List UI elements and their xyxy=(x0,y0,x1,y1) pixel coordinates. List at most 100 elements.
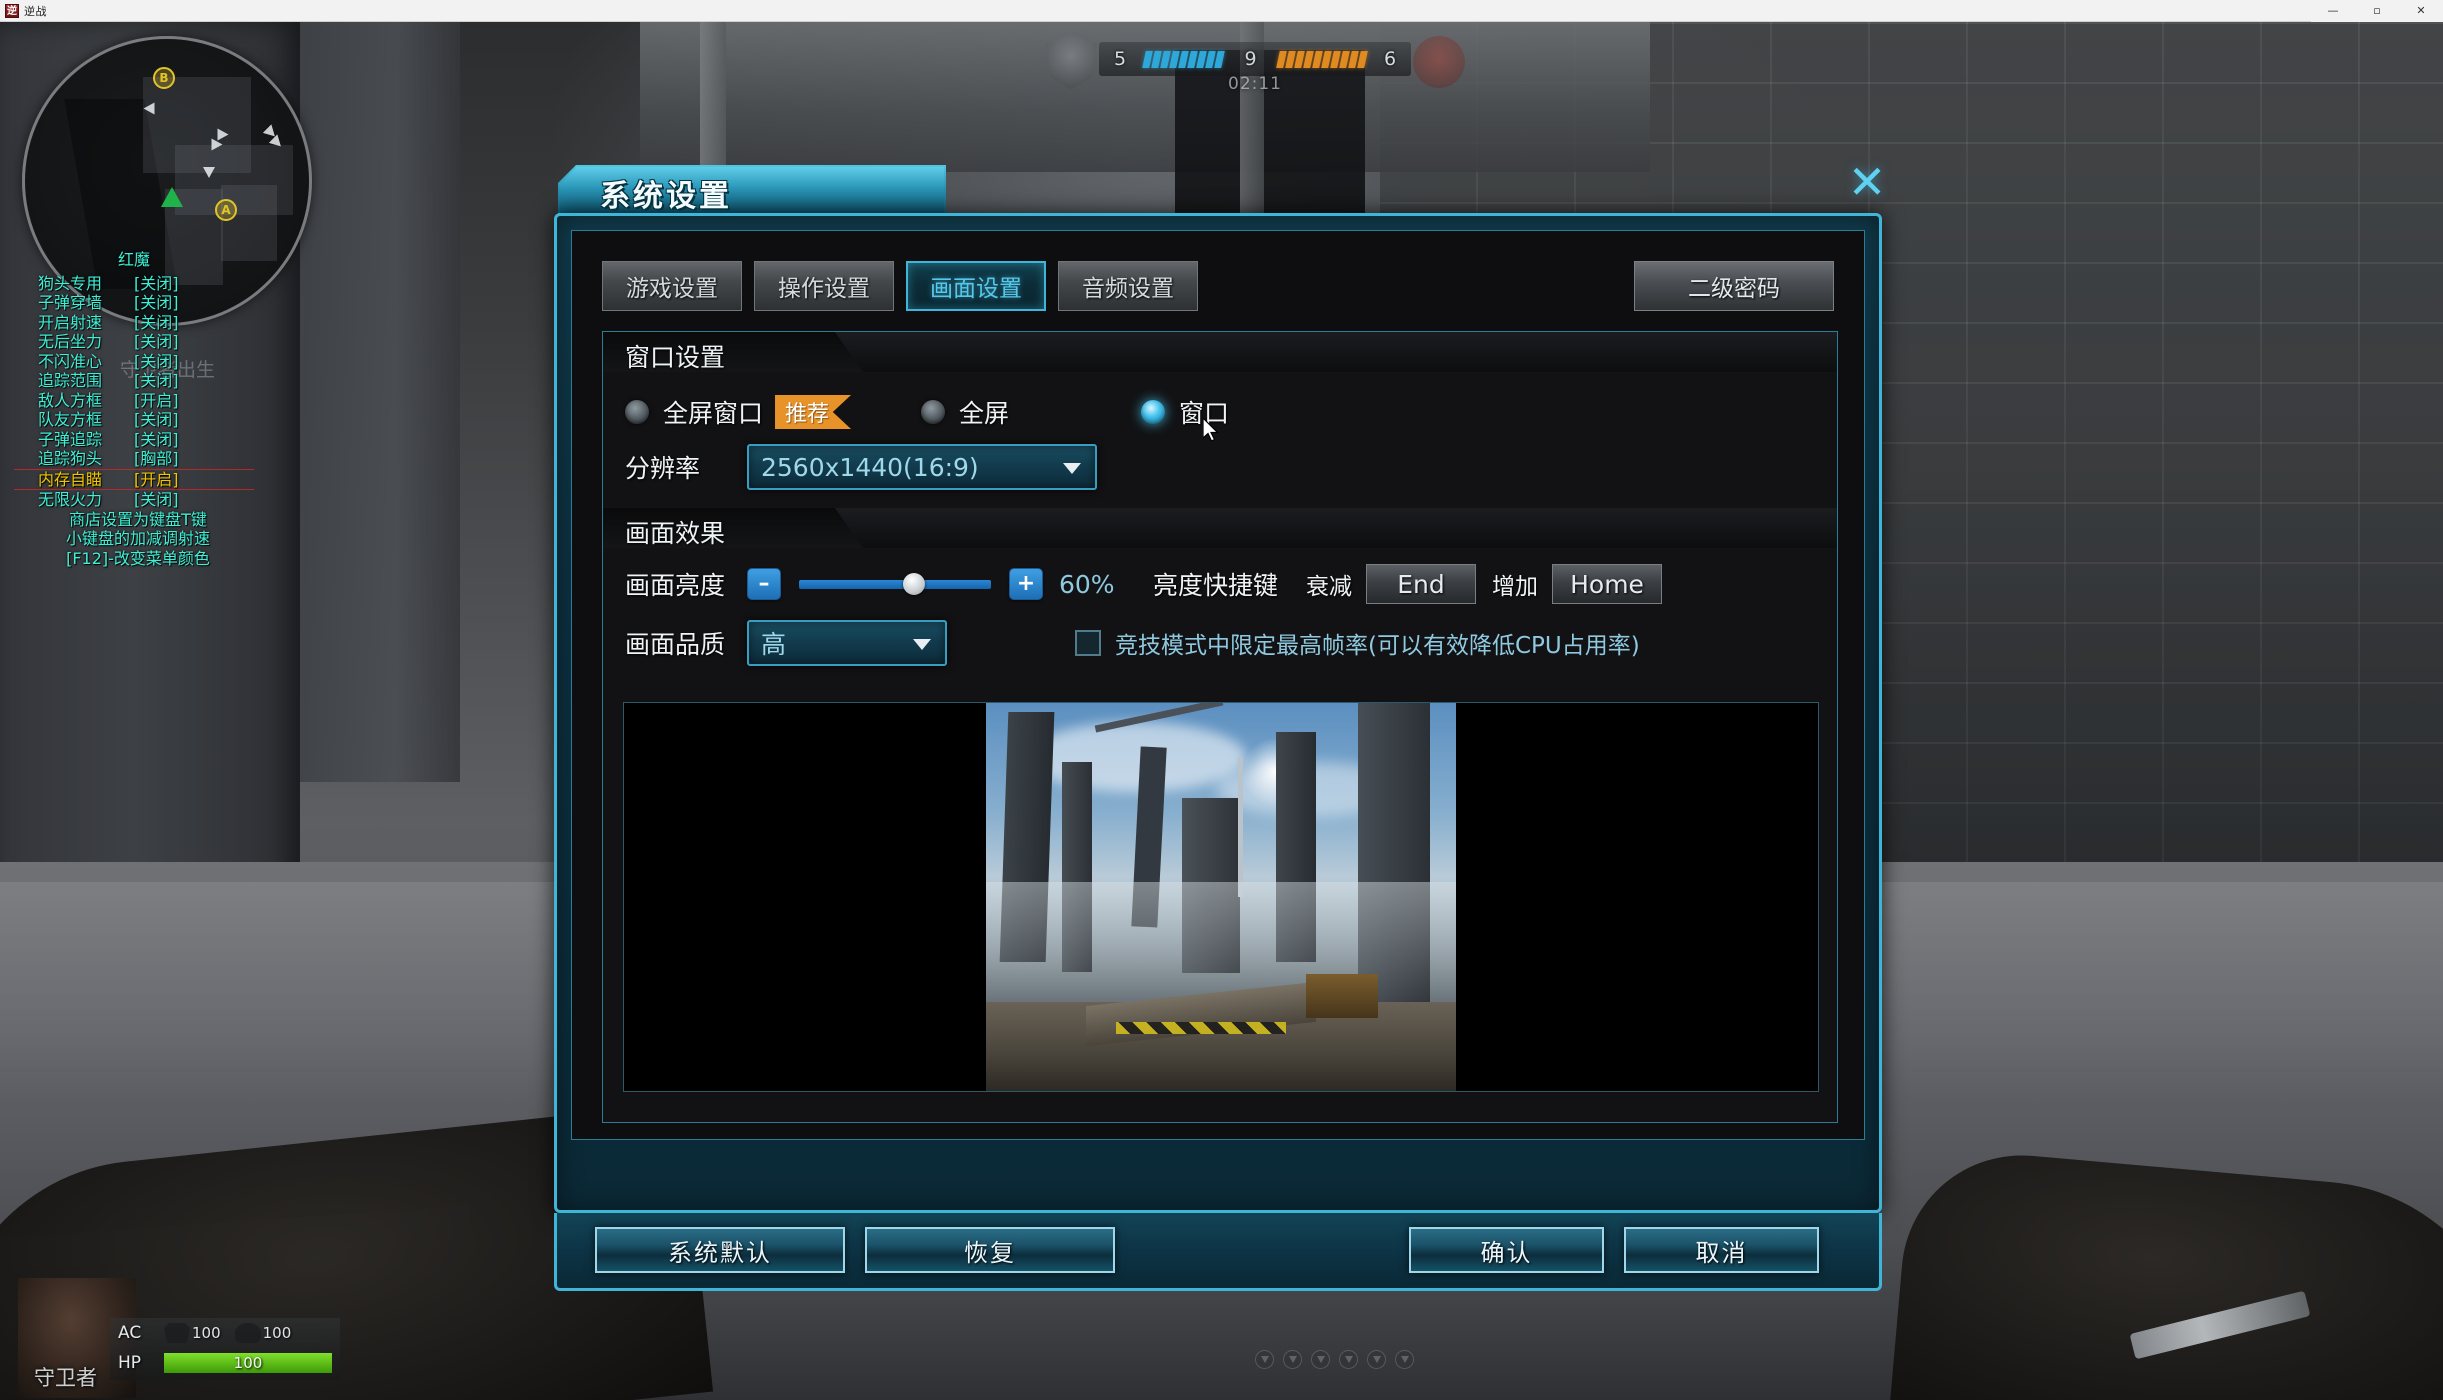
weapon-slot-glyph xyxy=(1372,1356,1381,1363)
cheat-menu-row: 追踪范围 [关闭] xyxy=(14,371,254,391)
cheat-menu-row: 无限火力 [关闭] xyxy=(14,490,254,510)
dialog-title: 系统设置 xyxy=(600,179,732,214)
player-armor-row: AC 100 100 xyxy=(110,1318,340,1348)
quality-value: 高 xyxy=(761,630,787,659)
cheat-row-value: [关闭] xyxy=(134,312,179,332)
cheat-menu-row: 狗头专用 [关闭] xyxy=(14,274,254,294)
restore-button[interactable]: 恢复 xyxy=(865,1227,1115,1273)
scorebar-bars-left xyxy=(1141,50,1225,68)
brightness-slider[interactable] xyxy=(799,573,991,595)
helmet-icon xyxy=(234,1323,261,1343)
cheat-row-value: [关闭] xyxy=(134,410,179,429)
scorebar-tick xyxy=(1213,50,1225,68)
system-default-button[interactable]: 系统默认 xyxy=(595,1227,845,1273)
cheat-menu-row: 追踪狗头 [胸部] xyxy=(14,449,254,469)
vest-icon xyxy=(164,1323,190,1343)
cancel-button[interactable]: 取消 xyxy=(1624,1227,1819,1273)
team-emblem-right-icon xyxy=(1413,36,1465,88)
armor-label: AC xyxy=(118,1323,142,1343)
fps-limit-checkbox[interactable] xyxy=(1075,630,1101,656)
mouse-cursor-icon xyxy=(1203,418,1219,442)
close-icon[interactable]: ✕ xyxy=(1840,155,1894,209)
player-health-row: HP 100 xyxy=(110,1348,340,1378)
health-bar: 100 xyxy=(164,1353,332,1373)
minimap-player-arrow-icon xyxy=(203,167,215,178)
score-right: 6 xyxy=(1383,48,1397,70)
weapon-slot-icon[interactable] xyxy=(1339,1350,1358,1369)
chevron-down-icon xyxy=(913,639,931,650)
brightness-decrease-key[interactable]: End xyxy=(1366,564,1477,604)
label-fullscreen: 全屏 xyxy=(959,399,1010,428)
cheat-row-label: 子弹追踪 xyxy=(38,429,103,449)
cheat-menu-note: 商店设置为键盘T键 xyxy=(69,509,207,529)
brightness-slider-knob[interactable] xyxy=(903,573,926,595)
weapon-slot-icon[interactable] xyxy=(1311,1350,1330,1369)
cheat-row-value: [关闭] xyxy=(134,293,179,312)
cheat-row-label: 无限火力 xyxy=(38,490,103,509)
brightness-shortcut-label: 亮度快捷键 xyxy=(1153,571,1279,600)
minimap-player-arrow-icon xyxy=(211,138,223,151)
cheat-row-value: [开启] xyxy=(134,390,179,410)
scorebar-core: 5 9 6 xyxy=(1099,42,1411,76)
radio-fullscreen-window[interactable] xyxy=(625,400,649,424)
chevron-down-icon xyxy=(1063,463,1081,474)
tab-2[interactable]: 画面设置 xyxy=(906,261,1046,311)
os-window-title: 逆战 xyxy=(24,4,47,18)
preview-crate xyxy=(1306,974,1378,1018)
preview-cloud xyxy=(1026,722,1246,792)
cheat-row-label: 敌人方框 xyxy=(38,390,103,410)
cheat-menu-row: 不闪准心 [关闭] xyxy=(14,352,254,372)
secondary-password-button[interactable]: 二级密码 xyxy=(1634,261,1834,311)
weapon-slot-icon[interactable] xyxy=(1283,1350,1302,1369)
cheat-menu-overlay: 红魔 狗头专用 [关闭] 子弹穿墙 [关闭] 开启射速 [关闭] 无后坐力 [关闭] 不闪准心 [… xyxy=(14,250,254,568)
tab-0[interactable]: 游戏设置 xyxy=(602,261,742,311)
close-window-button[interactable]: ✕ xyxy=(2399,0,2443,22)
cheat-row-label: 开启射速 xyxy=(38,312,103,332)
effects-section-title: 画面效果 xyxy=(625,519,726,548)
cheat-menu-note: [F12]-改变菜单颜色 xyxy=(66,548,210,568)
weapon-slot-icon[interactable] xyxy=(1395,1350,1414,1369)
preview-image xyxy=(986,703,1456,1091)
weapon-slot-icon[interactable] xyxy=(1367,1350,1386,1369)
cheat-menu-row: 子弹穿墙 [关闭] xyxy=(14,293,254,313)
team-emblem-left-icon xyxy=(1045,34,1097,90)
brightness-increase-label: 增加 xyxy=(1492,574,1539,600)
resolution-preview xyxy=(623,702,1819,1092)
score-middle: 9 xyxy=(1244,48,1257,70)
tab-3[interactable]: 音频设置 xyxy=(1058,261,1198,311)
brightness-value: 60% xyxy=(1059,569,1115,599)
radio-windowed[interactable] xyxy=(1141,400,1166,424)
weapon-slot-glyph xyxy=(1316,1356,1325,1363)
player-stats-panel: AC 100 100 HP 100 xyxy=(110,1318,340,1380)
brightness-decrease-button[interactable]: – xyxy=(747,568,781,600)
health-label: HP xyxy=(118,1353,142,1373)
cheat-row-label: 追踪范围 xyxy=(38,371,103,390)
minimize-button[interactable]: — xyxy=(2311,0,2355,22)
maximize-button[interactable]: ▫ xyxy=(2355,0,2399,22)
radio-fullscreen[interactable] xyxy=(921,400,946,424)
cheat-row-value: [胸部] xyxy=(134,449,179,468)
helmet-value: 100 xyxy=(262,1324,292,1342)
cheat-menu-row: 内存自瞄 [开启] xyxy=(14,468,254,490)
brightness-increase-key[interactable]: Home xyxy=(1552,564,1663,604)
game-logo-icon: 逆 xyxy=(5,3,19,18)
system-settings-dialog: 系统设置 ✕ 游戏设置 操作设置 画面设置 音频设置 二级密码 窗口设置 全屏窗口 推… xyxy=(530,159,1900,1291)
cheat-row-value: [关闭] xyxy=(134,490,179,509)
os-titlebar: 逆 逆战 — ▫ ✕ xyxy=(0,0,2443,22)
player-hud: AC 100 100 HP 100 守卫者 xyxy=(0,1278,340,1400)
weapon-slot-icon[interactable] xyxy=(1255,1350,1274,1369)
confirm-button[interactable]: 确认 xyxy=(1409,1227,1604,1273)
dialog-content: 游戏设置操作设置画面设置音频设置 二级密码 窗口设置 全屏窗口 推荐 全屏 xyxy=(571,230,1865,1140)
weapon-slot-glyph xyxy=(1288,1356,1297,1363)
quality-select[interactable]: 高 xyxy=(747,620,947,666)
cheat-menu-row: 无后坐力 [关闭] xyxy=(14,332,254,352)
brightness-increase-button[interactable]: + xyxy=(1009,568,1043,600)
health-value: 100 xyxy=(233,1354,263,1372)
tab-1[interactable]: 操作设置 xyxy=(754,261,894,311)
os-window-controls: — ▫ ✕ xyxy=(2311,0,2443,22)
cheat-row-value: [关闭] xyxy=(134,371,179,390)
label-fullscreen-window: 全屏窗口 xyxy=(663,399,764,428)
resolution-select[interactable]: 2560x1440(16:9) xyxy=(747,444,1097,490)
scorebar-tick xyxy=(1357,50,1369,68)
weapon-slot-indicators xyxy=(1255,1350,1414,1369)
